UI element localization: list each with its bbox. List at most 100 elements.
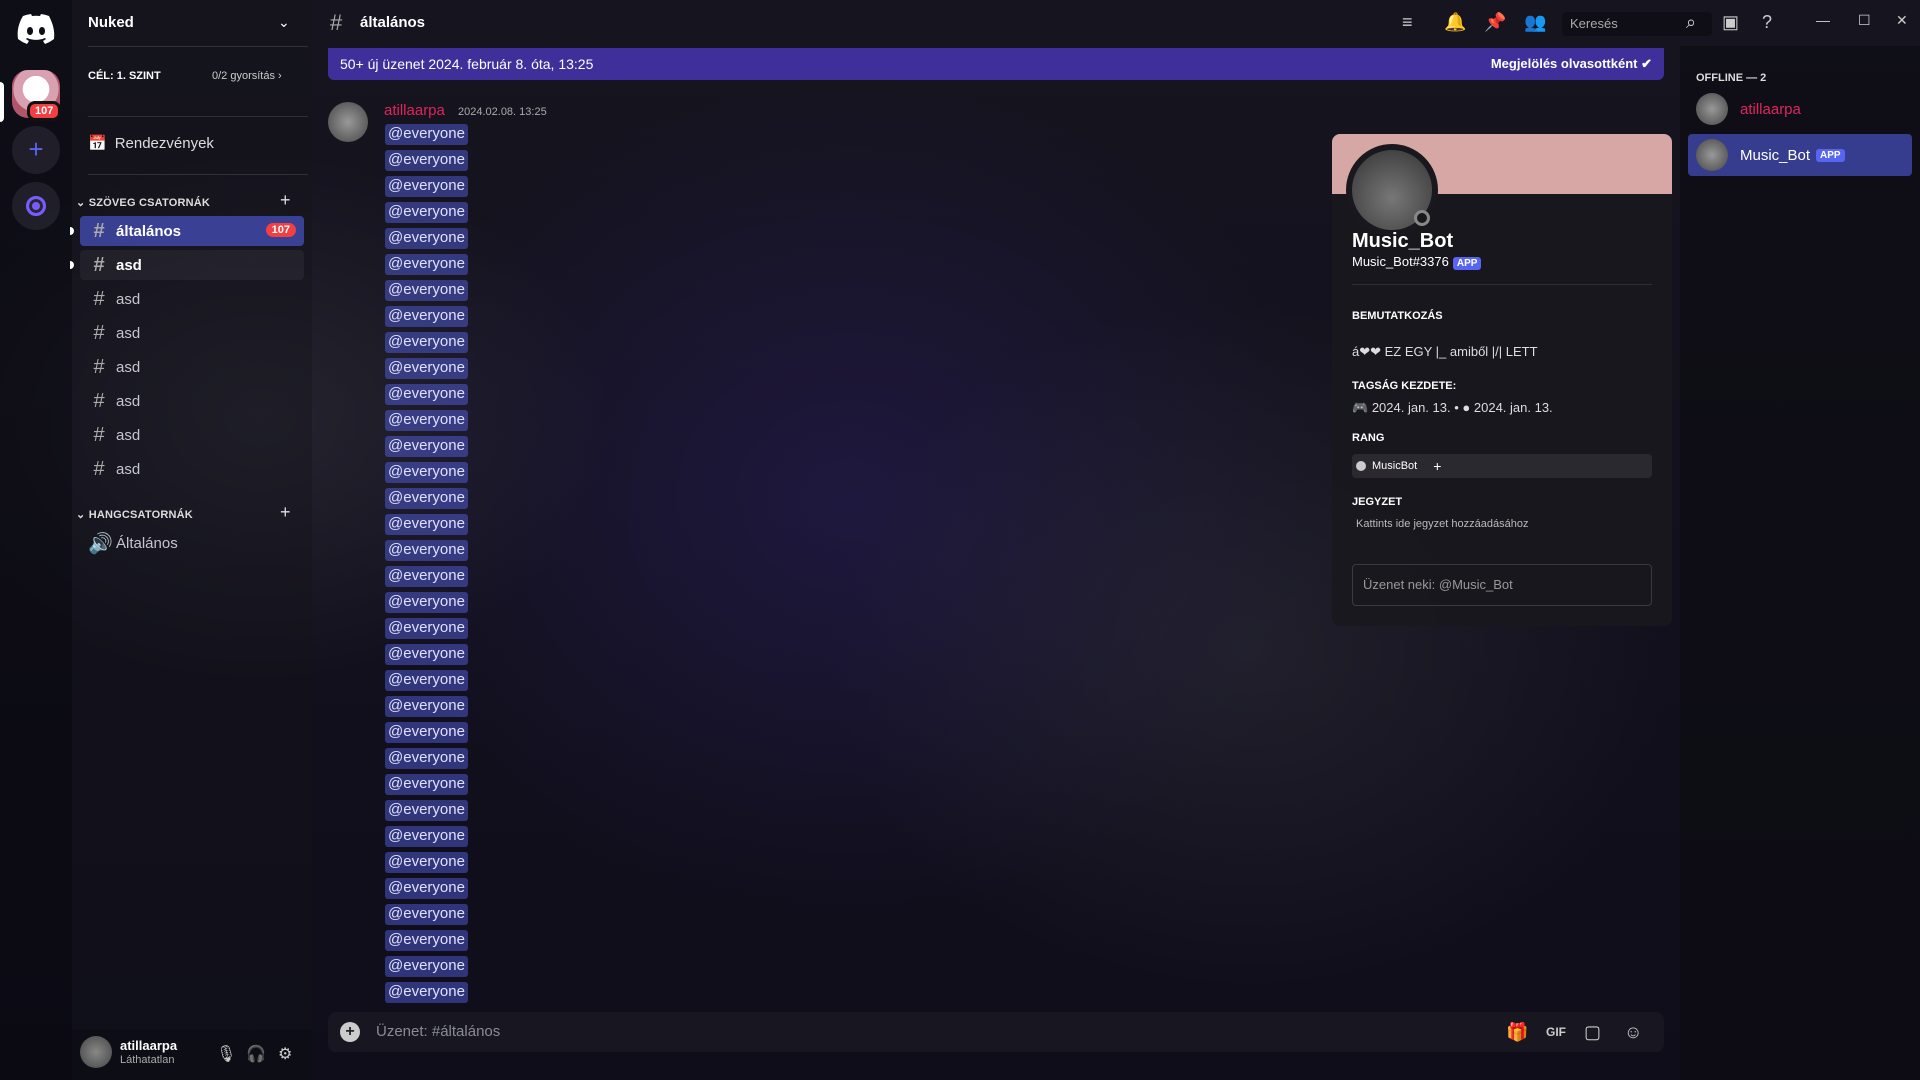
add-channel-icon[interactable]: + [280, 190, 291, 211]
mention-everyone[interactable]: @everyone [385, 618, 468, 639]
calendar-icon: 📅 [88, 135, 107, 152]
mention-everyone[interactable]: @everyone [385, 488, 468, 509]
member-item[interactable]: Music_Bot APP [1688, 134, 1912, 176]
mention-everyone[interactable]: @everyone [385, 150, 468, 171]
minimize-icon[interactable]: — [1816, 12, 1830, 28]
mention-everyone[interactable]: @everyone [385, 644, 468, 665]
close-icon[interactable]: ✕ [1896, 12, 1908, 29]
channel-asd[interactable]: # asd [70, 250, 304, 280]
category-voice-channels[interactable]: ⌄ HANGCSATORNÁK [76, 508, 193, 521]
message-composer[interactable]: + Üzenet: #általános 🎁 GIF ▢ ☺ [328, 1012, 1664, 1052]
mention-everyone[interactable]: @everyone [385, 800, 468, 821]
mention-everyone[interactable]: @everyone [385, 202, 468, 223]
mention-everyone[interactable]: @everyone [385, 436, 468, 457]
gif-icon[interactable]: GIF [1546, 1025, 1566, 1039]
mention-everyone[interactable]: @everyone [385, 566, 468, 587]
hash-icon: # [93, 423, 105, 446]
avatar[interactable] [328, 102, 368, 142]
channel-asd[interactable]: # asd [80, 420, 304, 450]
mention-everyone[interactable]: @everyone [385, 696, 468, 717]
mention-everyone[interactable]: @everyone [385, 462, 468, 483]
role-label: MusicBot [1372, 460, 1418, 472]
members-icon[interactable]: 👥 [1524, 12, 1546, 33]
mention-everyone[interactable]: @everyone [385, 254, 468, 275]
member-since-discord: 2024. jan. 13. [1371, 400, 1451, 415]
gift-icon[interactable]: 🎁 [1506, 1022, 1528, 1043]
events-label: Rendezvények [114, 134, 214, 152]
boost-count[interactable]: 0/2 gyorsítás › [212, 70, 282, 82]
mention-everyone[interactable]: @everyone [385, 774, 468, 795]
mention-everyone[interactable]: @everyone [385, 540, 468, 561]
dm-input[interactable]: Üzenet neki: @Music_Bot [1352, 564, 1652, 606]
boost-goal[interactable]: CÉL: 1. SZINT [88, 70, 161, 82]
mention-everyone[interactable]: @everyone [385, 306, 468, 327]
add-server-icon[interactable]: + [12, 126, 60, 174]
mention-everyone[interactable]: @everyone [385, 332, 468, 353]
avatar[interactable] [80, 1036, 112, 1068]
mention-everyone[interactable]: @everyone [385, 748, 468, 769]
mention-everyone[interactable]: @everyone [385, 826, 468, 847]
new-messages-text: 50+ új üzenet 2024. február 8. óta, 13:2… [340, 56, 594, 72]
channel-asd[interactable]: # asd [80, 386, 304, 416]
inbox-icon[interactable]: ▣ [1722, 12, 1739, 33]
channel-asd[interactable]: # asd [80, 352, 304, 382]
gear-icon[interactable]: ⚙ [278, 1044, 292, 1064]
emoji-icon[interactable]: ☺ [1624, 1022, 1642, 1043]
composer-placeholder: Üzenet: #általános [376, 1023, 501, 1040]
channel-asd[interactable]: # asd [80, 454, 304, 484]
avatar [1696, 139, 1728, 171]
add-role-icon[interactable]: + [1433, 458, 1441, 474]
new-messages-banner[interactable]: 50+ új üzenet 2024. február 8. óta, 13:2… [328, 48, 1664, 80]
note-input[interactable]: Kattints ide jegyzet hozzáadásához [1356, 518, 1528, 530]
mention-everyone[interactable]: @everyone [385, 904, 468, 925]
search-icon[interactable]: ⌕ [1686, 12, 1696, 33]
voice-channel-altalanos[interactable]: 🔊 Általános [80, 528, 304, 558]
discord-logo-icon[interactable] [16, 12, 56, 44]
channel-asd[interactable]: # asd [80, 318, 304, 348]
mention-everyone[interactable]: @everyone [385, 280, 468, 301]
bell-icon[interactable]: 🔔 [1444, 12, 1466, 33]
mention-everyone[interactable]: @everyone [385, 384, 468, 405]
divider [88, 116, 308, 117]
add-channel-icon[interactable]: + [280, 502, 291, 523]
chevron-down-icon[interactable]: ⌄ [278, 14, 290, 31]
mention-everyone[interactable]: @everyone [385, 124, 468, 145]
mention-everyone[interactable]: @everyone [385, 514, 468, 535]
discord-logo-icon: 🎮 [1352, 400, 1369, 415]
headphones-icon[interactable]: 🎧 [246, 1044, 266, 1064]
mention-everyone[interactable]: @everyone [385, 176, 468, 197]
pin-icon[interactable]: 📌 [1484, 12, 1506, 33]
member-since-title: TAGSÁG KEZDETE: [1352, 380, 1457, 392]
mention-everyone[interactable]: @everyone [385, 592, 468, 613]
server-name[interactable]: Nuked [88, 14, 134, 31]
maximize-icon[interactable]: ☐ [1858, 12, 1871, 29]
avatar [1696, 93, 1728, 125]
mention-everyone[interactable]: @everyone [385, 670, 468, 691]
microphone-icon[interactable]: 🎙 [216, 1044, 236, 1064]
message-author[interactable]: atillaarpa [384, 102, 445, 119]
mention-everyone[interactable]: @everyone [385, 852, 468, 873]
member-item[interactable]: atillaarpa [1688, 88, 1912, 130]
mention-everyone[interactable]: @everyone [385, 956, 468, 977]
mention-everyone[interactable]: @everyone [385, 410, 468, 431]
channel-altalanos[interactable]: # általános 107 [70, 216, 304, 246]
channel-label: asd [116, 426, 141, 444]
mention-everyone[interactable]: @everyone [385, 722, 468, 743]
mention-everyone[interactable]: @everyone [385, 228, 468, 249]
member-since-row: 🎮 2024. jan. 13. • ● 2024. jan. 13. [1352, 400, 1553, 415]
mark-as-read-button[interactable]: Megjelölés olvasottként ✔ [1491, 56, 1652, 72]
mention-everyone[interactable]: @everyone [385, 930, 468, 951]
add-attachment-icon[interactable]: + [340, 1022, 360, 1042]
unread-indicator [70, 261, 74, 269]
mention-everyone[interactable]: @everyone [385, 878, 468, 899]
mention-everyone[interactable]: @everyone [385, 358, 468, 379]
mention-everyone[interactable]: @everyone [385, 982, 468, 1003]
sticker-icon[interactable]: ▢ [1584, 1022, 1601, 1043]
help-icon[interactable]: ? [1762, 12, 1772, 33]
category-text-channels[interactable]: ⌄ SZÖVEG CSATORNÁK [76, 196, 210, 209]
events-link[interactable]: 📅 Rendezvények [88, 134, 214, 153]
channel-title: általános [360, 14, 426, 31]
threads-icon[interactable]: ≡ [1402, 12, 1413, 33]
channel-asd[interactable]: # asd [80, 284, 304, 314]
discover-icon[interactable] [12, 182, 60, 230]
